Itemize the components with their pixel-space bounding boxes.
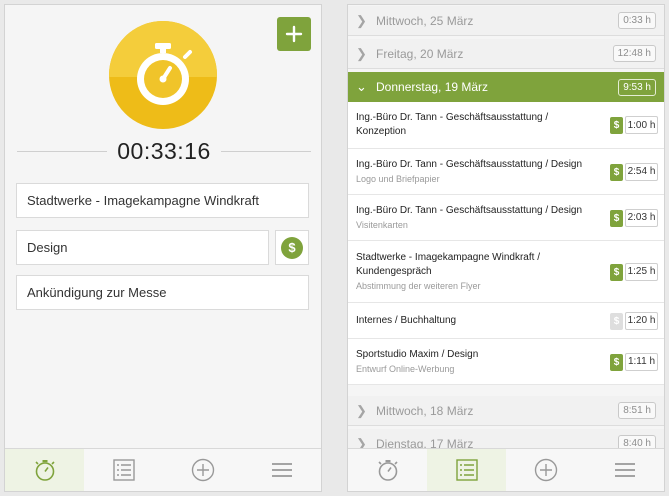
entry-title: Sportstudio Maxim / Design (356, 348, 479, 360)
entry-subtitle: Abstimmung der weiteren Flyer (356, 280, 481, 291)
entry-duration: 1:11 h (625, 352, 658, 371)
day-label: Mittwoch, 25 März (376, 13, 474, 28)
nav-list[interactable] (84, 449, 163, 491)
entry-row[interactable]: Ing.-Büro Dr. Tann - Geschäftsausstattun… (348, 195, 664, 241)
entry-title: Ing.-Büro Dr. Tann - Geschäftsausstattun… (356, 204, 583, 216)
entry-duration: 1:25 h (625, 262, 658, 281)
entry-title: Ing.-Büro Dr. Tann - Geschäftsausstattun… (356, 112, 549, 137)
billable-badge: $ (610, 263, 623, 281)
entry-duration: 1:20 h (625, 311, 658, 330)
entry-title: Internes / Buchhaltung (356, 314, 457, 326)
entry-row[interactable]: Internes / Buchhaltung $ 1:20 h (348, 303, 664, 339)
entry-row[interactable]: Ing.-Büro Dr. Tann - Geschäftsausstattun… (348, 102, 664, 149)
day-header-active[interactable]: ⌄ Donnerstag, 19 März 9:53 h (348, 72, 664, 102)
project-field[interactable]: Stadtwerke - Imagekampagne Windkraft (16, 183, 309, 218)
entry-title: Stadtwerke - Imagekampagne Windkraft / K… (356, 251, 540, 277)
task-field[interactable]: Design (16, 230, 269, 265)
stopwatch-icon (137, 43, 192, 105)
timer-screen: 00:33:16 Stadtwerke - Imagekampagne Wind… (4, 4, 322, 492)
nav-menu[interactable] (242, 449, 321, 491)
nav-timer[interactable] (5, 449, 84, 491)
billable-toggle[interactable]: $ (275, 230, 309, 265)
day-total: 8:51 h (618, 402, 656, 419)
plus-circle-icon (191, 458, 214, 482)
chevron-right-icon: ❯ (356, 402, 367, 418)
entry-duration: 2:03 h (625, 208, 658, 227)
list-icon (455, 459, 478, 481)
stopwatch-icon (34, 460, 55, 481)
day-label: Freitag, 20 März (376, 46, 464, 61)
bottom-nav (348, 448, 664, 491)
day-header[interactable]: ❯ Mittwoch, 18 März 8:51 h (348, 396, 664, 426)
start-stop-timer-button[interactable] (109, 21, 217, 129)
day-label: Mittwoch, 18 März (376, 403, 474, 418)
bottom-nav (5, 448, 321, 491)
plus-icon (285, 25, 303, 43)
nav-add[interactable] (163, 449, 242, 491)
day-total: 9:53 h (618, 78, 656, 96)
day-total: 0:33 h (618, 12, 656, 29)
timer-display: 00:33:16 (117, 137, 211, 164)
billable-badge: $ (610, 353, 623, 371)
note-field[interactable]: Ankündigung zur Messe (16, 275, 309, 310)
entry-row[interactable]: Stadtwerke - Imagekampagne Windkraft / K… (348, 241, 664, 303)
day-label: Donnerstag, 19 März (376, 80, 489, 94)
nav-list[interactable] (427, 449, 506, 491)
entry-duration: 2:54 h (625, 162, 658, 181)
menu-icon (614, 463, 635, 477)
day-total: 12:48 h (612, 45, 656, 62)
entry-title: Ing.-Büro Dr. Tann - Geschäftsausstattun… (356, 158, 583, 170)
entry-subtitle: Visitenkarten (356, 219, 408, 230)
menu-icon (271, 463, 292, 477)
entry-duration: 1:00 h (625, 116, 658, 134)
nav-timer[interactable] (348, 449, 427, 491)
billable-badge: $ (610, 209, 623, 227)
entry-subtitle: Logo und Briefpapier (356, 173, 440, 184)
entries-screen: ❯ Mittwoch, 25 März 0:33 h ❯ Freitag, 20… (347, 4, 665, 492)
entry-subtitle: Entwurf Online-Werbung (356, 363, 455, 374)
entry-list: Ing.-Büro Dr. Tann - Geschäftsausstattun… (348, 102, 664, 385)
chevron-right-icon: ❯ (356, 12, 367, 28)
chevron-down-icon: ⌄ (356, 79, 367, 94)
timer-row: 00:33:16 (17, 135, 311, 167)
dollar-icon: $ (281, 236, 303, 259)
entry-row[interactable]: Ing.-Büro Dr. Tann - Geschäftsausstattun… (348, 149, 664, 195)
day-header[interactable]: ❯ Freitag, 20 März 12:48 h (348, 39, 664, 69)
list-icon (112, 459, 135, 481)
billable-badge-off: $ (610, 312, 623, 330)
add-entry-button[interactable] (277, 17, 311, 51)
stopwatch-icon (377, 460, 398, 481)
day-header[interactable]: ❯ Mittwoch, 25 März 0:33 h (348, 6, 664, 36)
chevron-right-icon: ❯ (356, 45, 367, 61)
billable-badge: $ (610, 163, 623, 181)
entry-row[interactable]: Sportstudio Maxim / Design Entwurf Onlin… (348, 339, 664, 385)
billable-badge: $ (610, 117, 623, 134)
nav-add[interactable] (506, 449, 585, 491)
nav-menu[interactable] (585, 449, 664, 491)
plus-circle-icon (534, 458, 557, 482)
